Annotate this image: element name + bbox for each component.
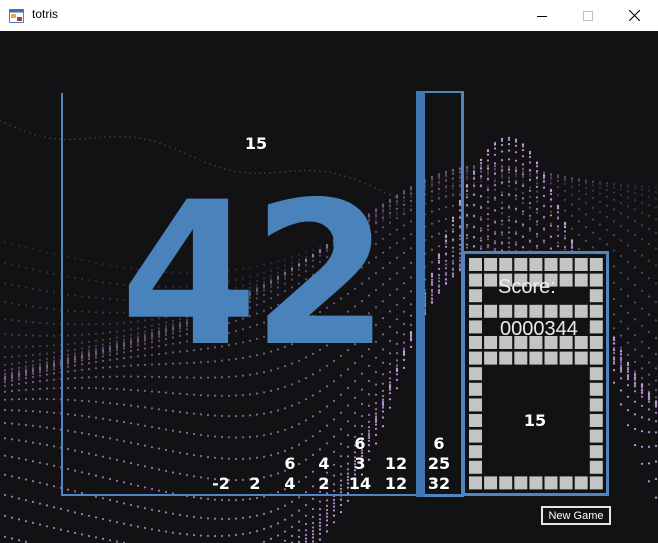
score-value: 0000344 xyxy=(500,318,578,340)
board-cell: -2 xyxy=(212,474,230,493)
maximize-button[interactable] xyxy=(565,0,611,31)
minimize-button[interactable] xyxy=(519,0,565,31)
board-next-number: 15 xyxy=(244,134,268,153)
board-cell: 2 xyxy=(318,474,330,493)
score-label: Score: xyxy=(498,276,556,298)
board-cell: 6 xyxy=(284,454,296,473)
close-icon xyxy=(628,10,640,21)
close-button[interactable] xyxy=(611,0,657,31)
board-cell: 6 xyxy=(354,434,366,453)
board-cell: 14 xyxy=(348,474,372,493)
board-cell: 25 xyxy=(427,454,451,473)
minimize-icon xyxy=(537,15,547,17)
new-game-button[interactable]: New Game xyxy=(541,506,611,525)
board-cell: 2 xyxy=(249,474,261,493)
board-cell: 4 xyxy=(284,474,296,493)
board-cell: 32 xyxy=(427,474,451,493)
board-cell: 3 xyxy=(354,454,366,473)
current-piece-number: 42 xyxy=(120,159,390,390)
window-title: totris xyxy=(32,7,59,21)
board-cell: 12 xyxy=(384,474,408,493)
title-bar: totris xyxy=(0,0,658,32)
next-number-preview: 15 xyxy=(523,411,547,430)
app-icon xyxy=(9,8,24,23)
maximize-icon xyxy=(583,10,593,21)
score-panel: Score: 0000344 15 xyxy=(462,251,609,496)
board-cell: 6 xyxy=(433,434,445,453)
game-area: 42 15 -2 2 4 6 2 4 14 3 6 12 12 32 25 6 Score: 000034… xyxy=(0,31,658,543)
board-cell: 4 xyxy=(318,454,330,473)
board-cell: 12 xyxy=(384,454,408,473)
